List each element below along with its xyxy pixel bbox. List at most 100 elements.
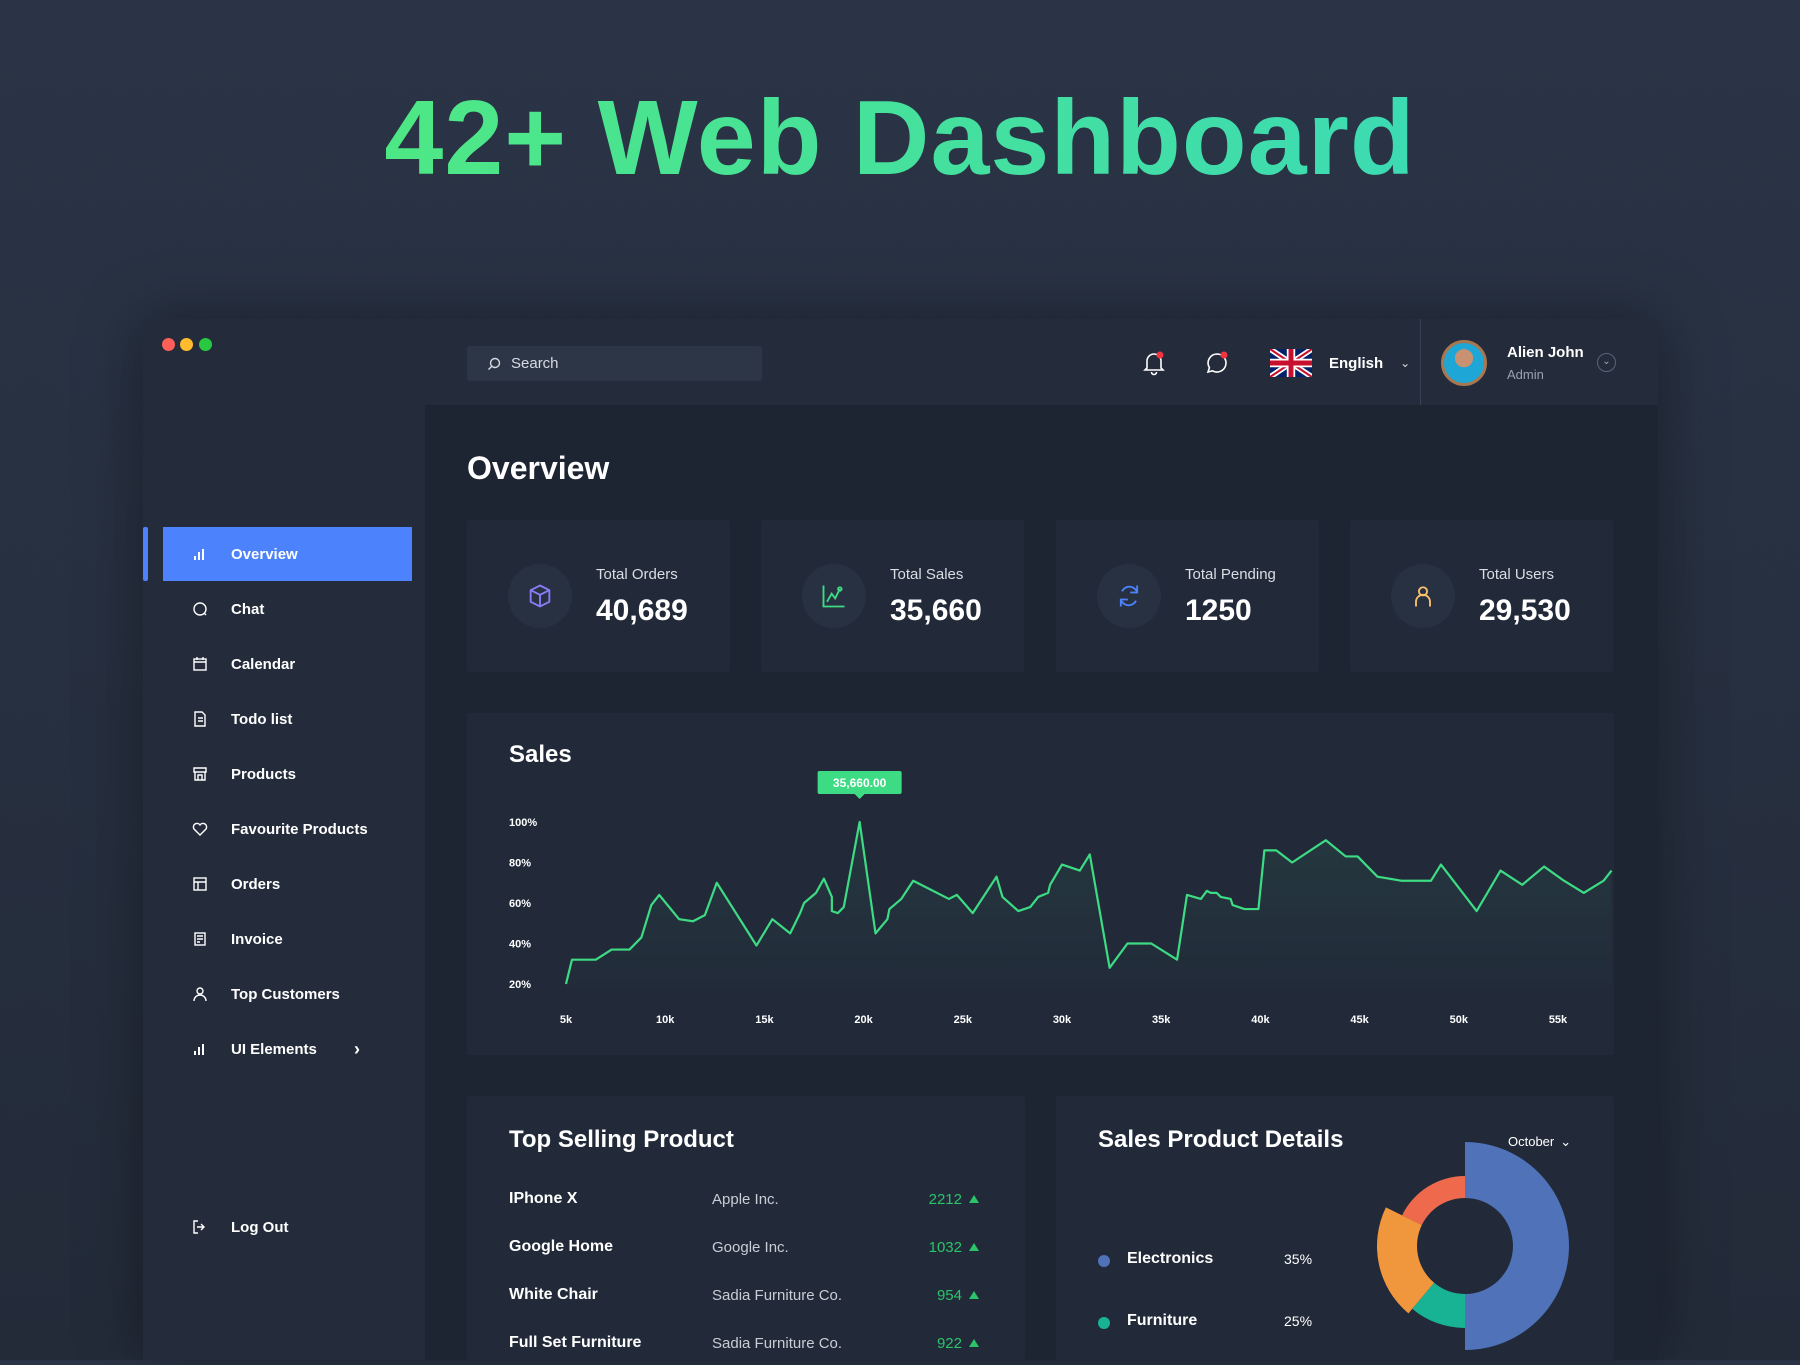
sidebar-item-invoice[interactable]: Invoice [163,912,412,966]
sidebar-item-label: Chat [231,600,265,618]
product-name: IPhone X [509,1190,578,1207]
stat-value: 1250 [1185,594,1252,627]
y-tick-label: 100% [509,817,537,829]
table-row[interactable]: White Chair Sadia Furniture Co. 954 [509,1286,979,1310]
bar-chart-icon [189,1041,211,1057]
table-row[interactable]: Google Home Google Inc. 1032 [509,1238,979,1262]
sidebar-item-products[interactable]: Products [163,747,412,801]
x-tick-label: 30k [1053,1014,1072,1026]
donut-segment[interactable] [1402,1176,1465,1225]
product-name: White Chair [509,1286,598,1303]
messages-button[interactable] [1204,350,1230,381]
refresh-icon [1097,564,1161,628]
sales-chart: 100% 80% 60% 40% 20% 5k 10k 15k 20k 25k 30k 35k 40k 4… [509,771,1613,1026]
x-tick-label: 15k [755,1014,774,1026]
sales-count: 922 [936,1335,962,1352]
sidebar-item-chat[interactable]: Chat [163,582,412,636]
month-label: October [1508,1134,1555,1149]
x-tick-label: 45k [1350,1014,1369,1026]
stat-label: Total Sales [890,566,964,583]
stat-label: Total Pending [1185,566,1276,583]
sidebar-item-label: Top Customers [231,985,340,1003]
page-title: Overview [467,450,610,486]
user-menu-button[interactable]: ⌄ [1597,353,1616,372]
company-name: Apple Inc. [712,1191,779,1208]
search-input[interactable]: Search [467,346,762,381]
chevron-down-icon: ⌄ [1400,356,1411,370]
header-divider [1420,319,1421,405]
invoice-icon [189,931,211,947]
sidebar-item-orders[interactable]: Orders [163,857,412,911]
sidebar-item-todo-list[interactable]: Todo list [163,692,412,746]
y-tick-label: 60% [509,898,531,910]
sidebar-item-top-customers[interactable]: Top Customers [163,967,412,1021]
bar-chart-icon [189,546,211,562]
trend-up-icon [969,1339,979,1347]
y-tick-label: 20% [509,979,531,991]
avatar[interactable] [1441,340,1487,386]
window-maximize-button[interactable] [199,338,212,351]
sales-area [566,822,1612,998]
user-icon [189,986,211,1002]
legend-label: Electronics [1127,1250,1214,1267]
stat-value: 35,660 [890,594,982,627]
trend-up-icon [969,1243,979,1251]
stat-label: Total Orders [596,566,678,583]
stat-value: 40,689 [596,594,688,627]
trend-up-icon [969,1291,979,1299]
x-tick-label: 10k [656,1014,675,1026]
legend-dot [1098,1317,1110,1329]
company-name: Google Inc. [712,1239,789,1256]
stat-value: 29,530 [1479,594,1571,627]
sidebar-item-overview[interactable]: Overview [163,527,412,581]
heart-icon [189,821,211,837]
legend-pct: 35% [1284,1251,1313,1267]
tooltip-pointer [854,794,865,799]
sales-details-title: Sales Product Details [1098,1126,1344,1153]
window-close-button[interactable] [162,338,175,351]
user-icon [1391,564,1455,628]
table-row[interactable]: IPhone X Apple Inc. 2212 [509,1190,979,1214]
calendar-icon [189,656,211,672]
language-label: English [1329,354,1384,372]
window-minimize-button[interactable] [180,338,193,351]
table-icon [189,876,211,892]
legend-label: Furniture [1127,1312,1198,1329]
sidebar-item-label: Favourite Products [231,820,368,838]
trend-up-icon [969,1195,979,1203]
stat-card-total-orders: Total Orders 40,689 [467,520,730,672]
donut-segment-electronics[interactable] [1465,1142,1569,1350]
language-selector[interactable]: English ⌄ [1270,349,1410,377]
x-tick-label: 20k [854,1014,873,1026]
chevron-right-icon: › [354,1038,360,1059]
tooltip-value: 35,660.00 [833,776,887,790]
sidebar-item-favourite-products[interactable]: Favourite Products [163,802,412,856]
notifications-button[interactable] [1142,350,1166,381]
x-tick-label: 5k [560,1014,573,1026]
chat-icon [189,601,211,617]
x-tick-label: 50k [1450,1014,1469,1026]
search-placeholder: Search [511,355,559,372]
product-name: Full Set Furniture [509,1334,642,1351]
x-tick-label: 35k [1152,1014,1171,1026]
box-icon [508,564,572,628]
table-row[interactable]: Full Set Furniture Sadia Furniture Co. 9… [509,1334,979,1358]
user-name: Alien John [1507,344,1584,361]
stat-card-total-sales: Total Sales 35,660 [761,520,1024,672]
sidebar-item-label: Invoice [231,930,283,948]
legend-dot [1098,1255,1110,1267]
month-dropdown[interactable]: October ⌄ [1508,1134,1571,1150]
sidebar-item-ui-elements[interactable]: UI Elements › [163,1022,412,1076]
sidebar-item-calendar[interactable]: Calendar [163,637,412,691]
logout-button[interactable]: Log Out [163,1200,412,1254]
product-name: Google Home [509,1238,614,1255]
sidebar-item-label: Products [231,765,297,783]
sidebar-item-label: Overview [231,545,298,563]
top-selling-title: Top Selling Product [509,1126,734,1153]
logout-label: Log Out [231,1218,289,1236]
sidebar-item-label: Orders [231,875,281,893]
x-tick-label: 25k [954,1014,973,1026]
legend-item: Electronics 35% [1098,1250,1318,1272]
document-icon [189,711,211,727]
chevron-down-icon: ⌄ [1602,356,1611,367]
